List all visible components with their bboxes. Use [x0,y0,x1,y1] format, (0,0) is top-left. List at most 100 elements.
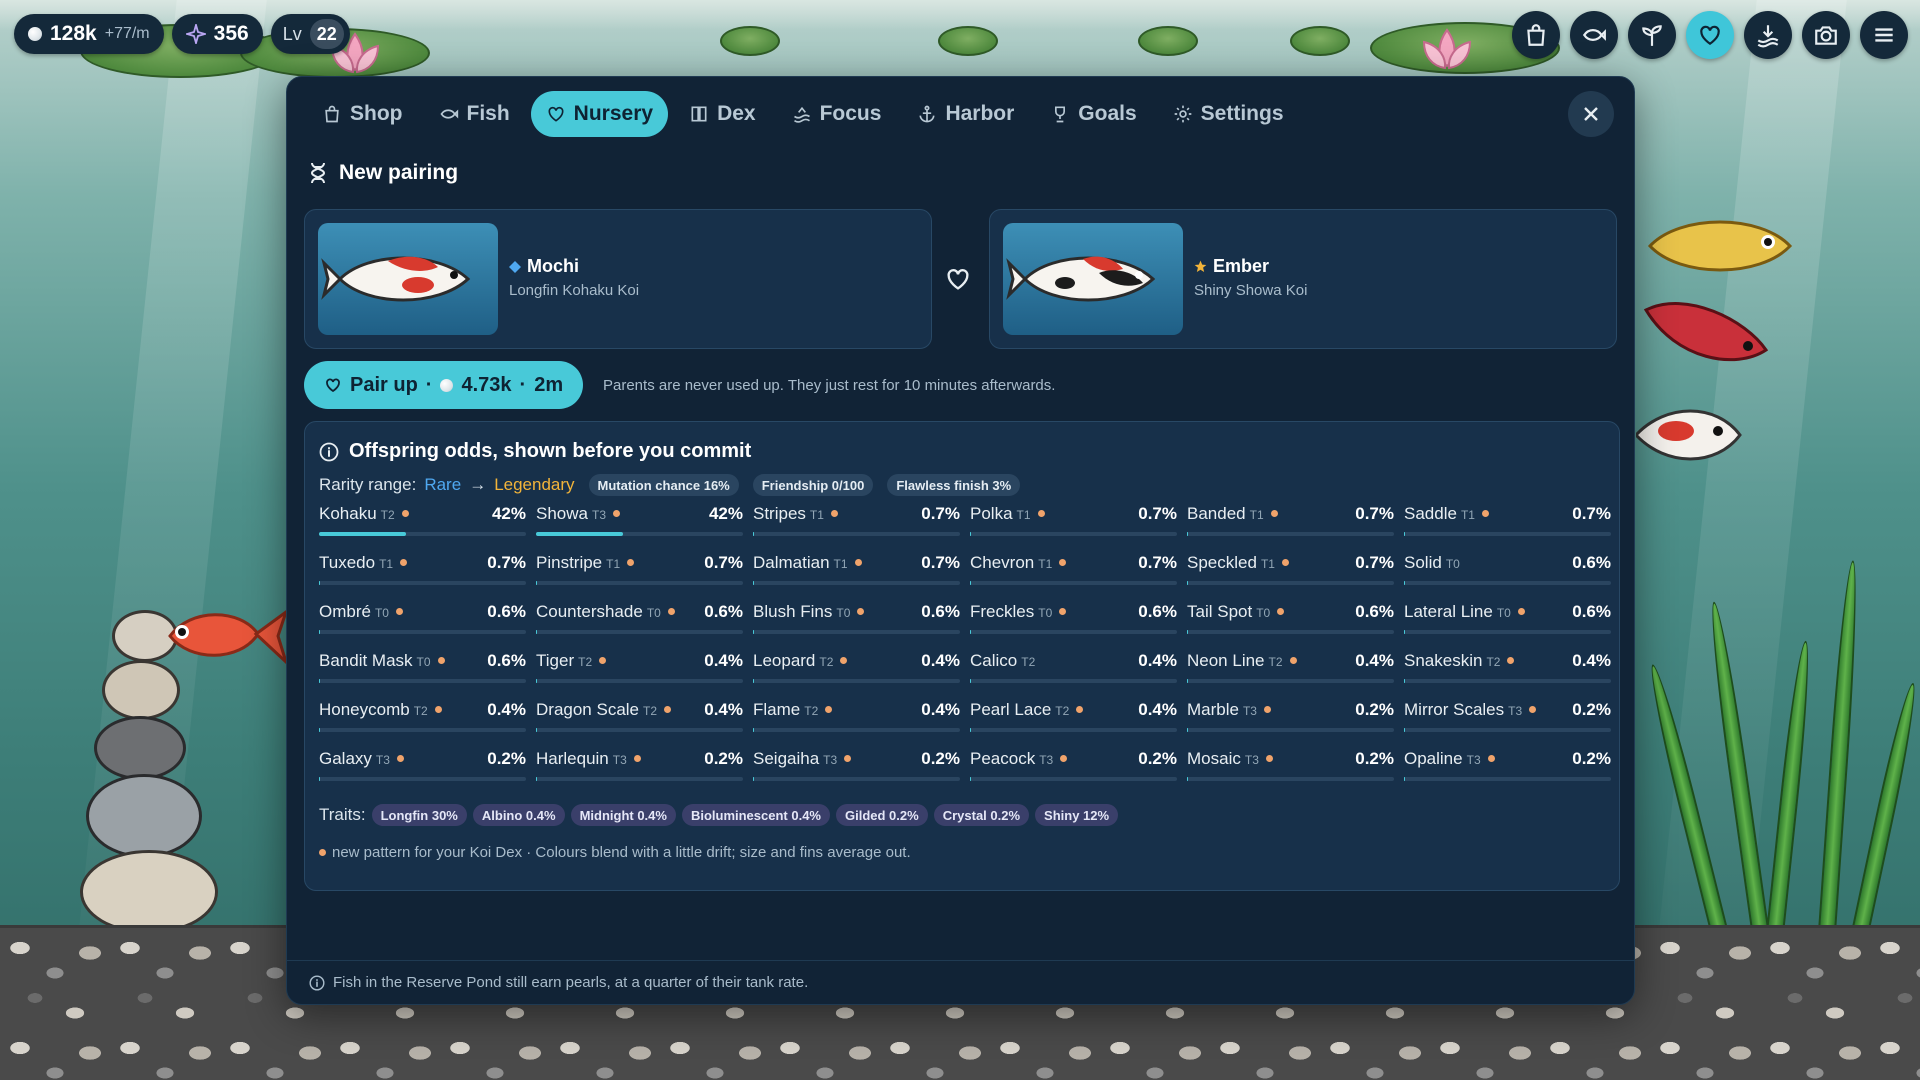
tab-nursery[interactable]: Nursery [530,91,669,137]
pattern-tier: T0 [1496,606,1511,620]
tab-dex[interactable]: Dex [674,91,771,137]
pattern-odds-cell[interactable]: Solid T0 0.6% [1404,553,1611,586]
new-pattern-dot-icon [1517,608,1525,615]
pattern-name: Blush Fins T0 [753,602,865,622]
pattern-name: Pinstripe T1 [536,553,635,573]
tab-settings[interactable]: Settings [1158,91,1299,137]
pattern-tier: T3 [591,508,606,522]
pearl-counter[interactable]: 128k +77/m [14,14,164,54]
pattern-odds-cell[interactable]: Countershade T0 0.6% [536,602,743,635]
pattern-percent: 0.7% [1138,553,1177,572]
pairing-heading: New pairing [307,161,458,185]
pattern-odds-bar [970,581,1177,585]
pattern-name-text: Tail Spot [1187,602,1253,621]
menu-button[interactable] [1860,11,1908,59]
pattern-odds-cell[interactable]: Dalmatian T1 0.7% [753,553,960,586]
pattern-odds-cell[interactable]: Mirror Scales T3 0.2% [1404,700,1611,733]
pattern-odds-bar [753,728,960,732]
pattern-odds-cell[interactable]: Marble T3 0.2% [1187,700,1394,733]
new-pattern-dot-icon [857,608,865,615]
pattern-odds-cell[interactable]: Snakeskin T2 0.4% [1404,651,1611,684]
pattern-tier: T1 [1260,557,1275,571]
fish-button[interactable] [1570,11,1618,59]
pattern-odds-cell[interactable]: Bandit Mask T0 0.6% [319,651,526,684]
pattern-odds-bar [753,532,960,536]
pattern-percent: 0.7% [1355,504,1394,523]
new-pattern-dot-icon [840,657,848,664]
pattern-odds-cell[interactable]: Galaxy T3 0.2% [319,749,526,782]
pattern-odds-cell[interactable]: Kohaku T2 42% [319,504,526,537]
trait-pill: Bioluminescent 0.4% [681,804,830,826]
waves-icon [793,106,810,123]
pattern-odds-cell[interactable]: Speckled T1 0.7% [1187,553,1394,586]
level-indicator[interactable]: Lv 22 [270,14,350,54]
tab-label: Focus [819,102,882,125]
pattern-odds-cell[interactable]: Peacock T3 0.2% [970,749,1177,782]
lily-pad [938,26,998,56]
pattern-odds-bar [1404,532,1611,536]
pattern-odds-cell[interactable]: Tail Spot T0 0.6% [1187,602,1394,635]
pattern-odds-cell[interactable]: Dragon Scale T2 0.4% [536,700,743,733]
pattern-odds-cell[interactable]: Flame T2 0.4% [753,700,960,733]
pattern-odds-cell[interactable]: Pearl Lace T2 0.4% [970,700,1177,733]
pattern-odds-cell[interactable]: Stripes T1 0.7% [753,504,960,537]
pattern-odds-cell[interactable]: Tiger T2 0.4% [536,651,743,684]
pattern-odds-cell[interactable]: Tuxedo T1 0.7% [319,553,526,586]
pattern-name-text: Polka [970,504,1013,523]
shop-button[interactable] [1512,11,1560,59]
new-pattern-dot-icon [396,755,404,762]
pattern-odds-cell[interactable]: Seigaiha T3 0.2% [753,749,960,782]
pearl-rate: +77/m [104,25,150,42]
pattern-odds-cell[interactable]: Showa T3 42% [536,504,743,537]
pattern-odds-cell[interactable]: Pinstripe T1 0.7% [536,553,743,586]
pattern-odds-cell[interactable]: Honeycomb T2 0.4% [319,700,526,733]
pattern-name-text: Pearl Lace [970,700,1052,719]
new-pattern-dot-icon [319,849,326,856]
pattern-odds-bar [753,581,960,585]
plant-button[interactable] [1628,11,1676,59]
pattern-odds-cell[interactable]: Blush Fins T0 0.6% [753,602,960,635]
pattern-odds-cell[interactable]: Leopard T2 0.4% [753,651,960,684]
pattern-odds-cell[interactable]: Chevron T1 0.7% [970,553,1177,586]
pattern-odds-bar [536,532,743,536]
pattern-odds-cell[interactable]: Ombré T0 0.6% [319,602,526,635]
tab-harbor[interactable]: Harbor [902,91,1029,137]
pattern-odds-cell[interactable]: Freckles T0 0.6% [970,602,1177,635]
pattern-odds-cell[interactable]: Calico T2 0.4% [970,651,1177,684]
footer-text: Fish in the Reserve Pond still earn pear… [333,974,809,991]
camera-button[interactable] [1802,11,1850,59]
star-amount: 356 [213,22,249,45]
legend-text: new pattern for your Koi Dex · Colours b… [332,844,911,861]
pair-up-button[interactable]: Pair up · 4.73k · 2m [304,361,584,409]
pattern-odds-cell[interactable]: Harlequin T3 0.2% [536,749,743,782]
pattern-tier: T0 [1038,606,1053,620]
nursery-button[interactable] [1686,11,1734,59]
tab-shop[interactable]: Shop [307,91,418,137]
pattern-odds-cell[interactable]: Mosaic T3 0.2% [1187,749,1394,782]
parent-slot-a[interactable]: Mochi Longfin Kohaku Koi [304,209,932,349]
tab-label: Nursery [573,102,654,125]
pair-up-label: Pair up [350,373,418,396]
pattern-name-text: Chevron [970,553,1035,572]
pattern-name: Ombré T0 [319,602,403,622]
harbor-button[interactable] [1744,11,1792,59]
pattern-odds-cell[interactable]: Banded T1 0.7% [1187,504,1394,537]
pattern-name-text: Countershade [536,602,643,621]
tab-goals[interactable]: Goals [1035,91,1151,137]
star-counter[interactable]: 356 [171,14,263,54]
parent-slot-b[interactable]: Ember Shiny Showa Koi [989,209,1617,349]
pattern-odds-cell[interactable]: Saddle T1 0.7% [1404,504,1611,537]
pattern-percent: 0.2% [487,749,526,768]
close-button[interactable] [1568,91,1614,137]
pattern-odds-cell[interactable]: Neon Line T2 0.4% [1187,651,1394,684]
pattern-odds-bar [1404,630,1611,634]
new-pattern-dot-icon [1076,706,1084,713]
pattern-odds-cell[interactable]: Opaline T3 0.2% [1404,749,1611,782]
pattern-name: Flame T2 [753,700,833,720]
tab-fish[interactable]: Fish [424,91,525,137]
pattern-odds-cell[interactable]: Polka T1 0.7% [970,504,1177,537]
pattern-name-text: Dragon Scale [536,700,640,719]
pattern-odds-cell[interactable]: Lateral Line T0 0.6% [1404,602,1611,635]
tab-focus[interactable]: Focus [777,91,897,137]
pattern-odds-bar-fill [753,728,754,732]
